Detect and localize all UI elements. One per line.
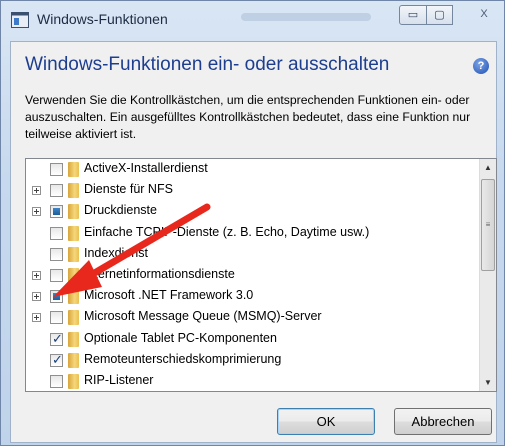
scroll-thumb[interactable]: ≡ — [481, 179, 495, 271]
feature-label: Microsoft .NET Framework 3.0 — [84, 288, 254, 303]
cancel-button[interactable]: Abbrechen — [394, 408, 492, 435]
feature-checkbox[interactable] — [50, 163, 63, 176]
folder-icon — [68, 267, 79, 283]
feature-row[interactable]: Microsoft Message Queue (MSMQ)-Server — [26, 307, 476, 328]
feature-checkbox[interactable] — [50, 226, 63, 240]
folder-icon — [68, 331, 79, 347]
window-title: Windows-Funktionen — [37, 11, 168, 27]
folder-icon — [68, 204, 79, 220]
expand-plus-icon[interactable] — [32, 292, 41, 302]
feature-checkbox[interactable] — [50, 184, 63, 198]
feature-row[interactable]: Einfache TCPIP-Dienste (z. B. Echo, Dayt… — [26, 223, 476, 244]
expand-plus-icon[interactable] — [32, 207, 41, 217]
scroll-down-button[interactable]: ▼ — [480, 374, 496, 391]
feature-checkbox[interactable] — [50, 374, 63, 388]
folder-icon — [68, 310, 79, 326]
folder-icon — [68, 246, 79, 262]
expand-plus-icon[interactable] — [32, 313, 41, 323]
expand-plus-icon[interactable] — [32, 186, 41, 196]
instructions-text: Verwenden Sie die Kontrollkästchen, um d… — [25, 93, 471, 141]
folder-icon — [68, 373, 79, 389]
feature-label: Einfache TCPIP-Dienste (z. B. Echo, Dayt… — [84, 224, 370, 239]
window-app-icon — [11, 12, 29, 28]
windows-features-dialog: Windows-Funktionen ▭ ▢ X Windows-Funktio… — [0, 0, 505, 446]
feature-label: Remoteunterschiedskomprimierung — [84, 351, 282, 366]
features-list: ActiveX-Installerdienst Dienste für NFS Dr… — [26, 159, 476, 391]
feature-label: Microsoft Message Queue (MSMQ)-Server — [84, 309, 322, 324]
features-tree[interactable]: ActiveX-Installerdienst Dienste für NFS Dr… — [25, 158, 497, 392]
feature-checkbox[interactable] — [50, 290, 63, 304]
maximize-button[interactable]: ▢ — [426, 5, 453, 25]
feature-row[interactable]: Druckdienste — [26, 201, 476, 222]
feature-label: Optionale Tablet PC-Komponenten — [84, 330, 277, 345]
feature-label: Internetinformationsdienste — [84, 266, 235, 281]
title-bar[interactable]: Windows-Funktionen ▭ ▢ X — [1, 1, 504, 39]
folder-icon — [68, 162, 79, 177]
vertical-scrollbar[interactable]: ▲ ≡ ▼ — [479, 159, 496, 391]
feature-label: RIP-Listener — [84, 372, 154, 387]
folder-icon — [68, 225, 79, 241]
feature-row[interactable]: Internetinformationsdienste — [26, 265, 476, 286]
feature-checkbox[interactable] — [50, 352, 63, 368]
feature-row[interactable]: Optionale Tablet PC-Komponenten — [26, 329, 476, 350]
title-bar-blur — [241, 13, 371, 21]
feature-label: Indexdienst — [84, 245, 148, 260]
feature-row[interactable]: Microsoft .NET Framework 3.0 — [26, 286, 476, 307]
scroll-up-button[interactable]: ▲ — [480, 159, 496, 176]
minimize-button[interactable]: ▭ — [399, 5, 427, 25]
folder-icon — [68, 183, 79, 199]
folder-icon — [68, 352, 79, 368]
feature-row[interactable]: Remoteunterschiedskomprimierung — [26, 350, 476, 371]
page-title: Windows-Funktionen ein- oder ausschalten — [25, 54, 390, 75]
feature-row[interactable]: Indexdienst — [26, 244, 476, 265]
feature-label: Dienste für NFS — [84, 182, 173, 197]
feature-label: ActiveX-Installerdienst — [84, 161, 208, 175]
folder-icon — [68, 289, 79, 305]
feature-row[interactable]: RIP-Listener — [26, 371, 476, 391]
expand-plus-icon[interactable] — [32, 270, 41, 280]
feature-checkbox[interactable] — [50, 247, 63, 261]
feature-row[interactable]: Dienste für NFS — [26, 180, 476, 201]
feature-checkbox[interactable] — [50, 311, 63, 325]
feature-checkbox[interactable] — [50, 331, 63, 347]
feature-checkbox[interactable] — [50, 268, 63, 282]
feature-label: Druckdienste — [84, 203, 157, 218]
ok-button[interactable]: OK — [277, 408, 375, 435]
feature-row[interactable]: ActiveX-Installerdienst — [26, 159, 476, 180]
close-button[interactable]: X — [466, 5, 502, 25]
dialog-content: Windows-Funktionen ein- oder ausschalten… — [10, 41, 497, 443]
feature-checkbox[interactable] — [50, 205, 63, 219]
help-icon[interactable]: ? — [473, 58, 489, 74]
